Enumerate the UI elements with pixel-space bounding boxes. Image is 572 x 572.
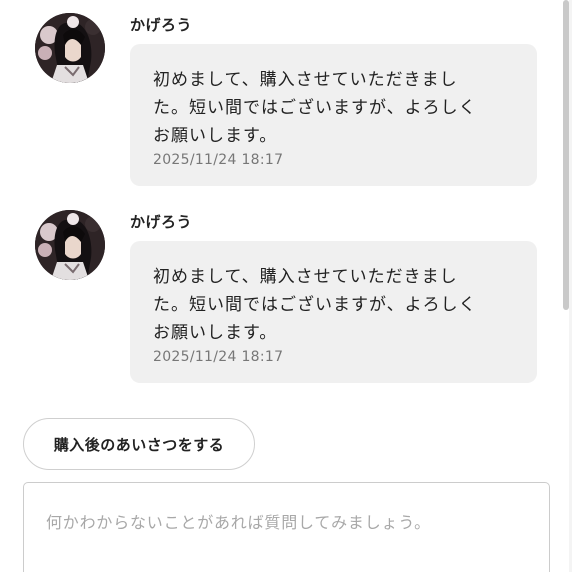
user-avatar-icon[interactable] [35, 13, 105, 83]
message-text: 初めまして、購入させていただきまし た。短い間ではございますが、よろしく お願い… [153, 267, 477, 343]
post-purchase-greeting-button[interactable]: 購入後のあいさつをする [23, 418, 255, 470]
message-text: 初めまして、購入させていただきまし た。短い間ではございますが、よろしく お願い… [153, 70, 477, 146]
transaction-message-page: かげろう 初めまして、購入させていただきまし た。短い間ではございますが、よろし… [0, 0, 572, 572]
sender-name[interactable]: かげろう [130, 14, 192, 35]
message-bubble: 初めまして、購入させていただきまし た。短い間ではございますが、よろしく お願い… [130, 241, 537, 383]
sender-name[interactable]: かげろう [130, 211, 192, 232]
message-timestamp: 2025/11/24 18:17 [153, 152, 284, 168]
user-avatar-icon[interactable] [35, 210, 105, 280]
message-input[interactable] [23, 482, 550, 572]
message-bubble: 初めまして、購入させていただきまし た。短い間ではございますが、よろしく お願い… [130, 44, 537, 186]
message-timestamp: 2025/11/24 18:17 [153, 349, 284, 365]
